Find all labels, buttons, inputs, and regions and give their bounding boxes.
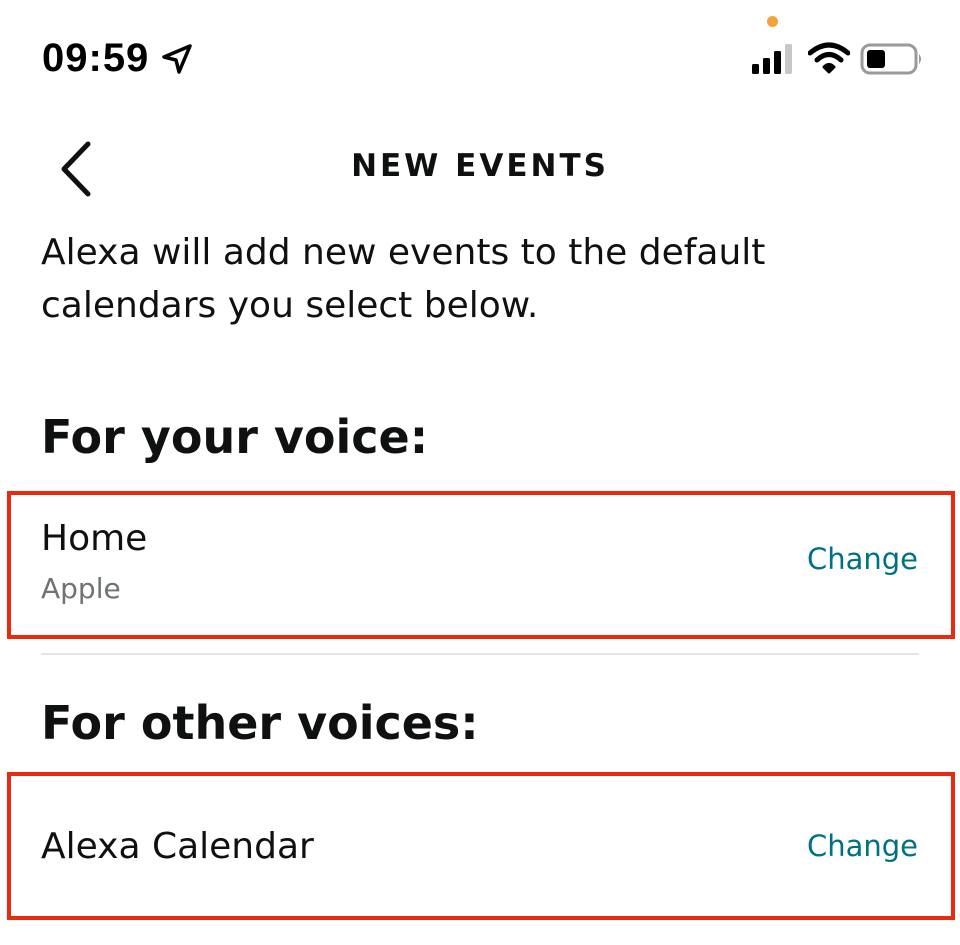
section-heading-other-voices: For other voices:	[41, 696, 479, 750]
change-link-other-voices[interactable]: Change	[807, 829, 918, 863]
location-arrow-icon	[162, 44, 192, 74]
cellular-signal-icon	[752, 44, 792, 74]
page-title: NEW EVENTS	[351, 148, 609, 184]
description-text: Alexa will add new events to the default…	[41, 232, 766, 326]
wifi-icon	[808, 42, 850, 74]
microphone-indicator-dot	[767, 16, 778, 27]
calendar-name: Home	[41, 518, 148, 559]
change-link-your-voice[interactable]: Change	[807, 542, 918, 576]
status-time: 09:59	[42, 36, 150, 80]
status-bar: 09:59	[0, 0, 960, 110]
calendar-name: Alexa Calendar	[41, 826, 314, 867]
section-heading-your-voice: For your voice:	[41, 410, 429, 464]
divider	[41, 653, 919, 655]
calendar-provider: Apple	[41, 572, 121, 605]
battery-icon	[860, 43, 921, 75]
